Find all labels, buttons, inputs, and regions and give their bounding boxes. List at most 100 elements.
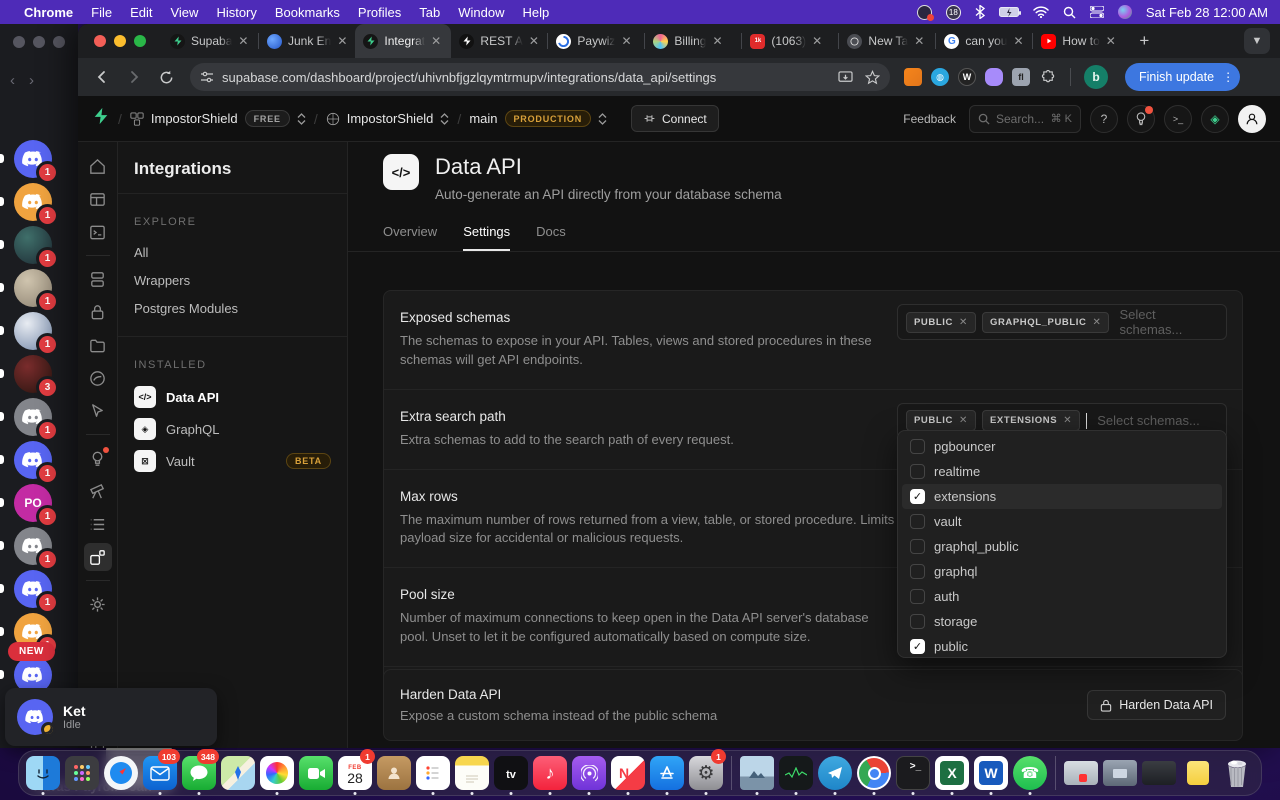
discord-server-11[interactable]: 1 [14, 570, 52, 608]
tab-close-icon[interactable]: ✕ [1013, 34, 1023, 48]
dock-mail-icon[interactable]: 103 [142, 752, 178, 794]
dock-notes-icon[interactable] [454, 752, 490, 794]
menubar-item-window[interactable]: Window [458, 5, 504, 20]
menubar-item-history[interactable]: History [216, 5, 256, 20]
command-menu-button[interactable]: >_ [1164, 105, 1192, 133]
tab-close-icon[interactable]: ✕ [712, 34, 722, 48]
remove-chip-icon[interactable]: ✕ [1093, 317, 1102, 328]
discord-server-10[interactable]: 1 [14, 527, 52, 565]
new-tab-button[interactable]: + [1139, 31, 1149, 51]
discord-server-7[interactable]: 1 [14, 398, 52, 436]
forward-button[interactable] [120, 63, 148, 91]
vpn-status-icon[interactable] [917, 5, 932, 20]
dock-launchpad-icon[interactable] [64, 752, 100, 794]
tab-close-icon[interactable]: ✕ [812, 34, 822, 48]
site-settings-icon[interactable] [200, 70, 214, 84]
tab-close-icon[interactable]: ✕ [431, 34, 441, 48]
finish-update-button[interactable]: Finish update⋮ [1125, 63, 1240, 91]
dock-music-icon[interactable]: ♪ [532, 752, 568, 794]
discord-server-6[interactable]: 3 [14, 355, 52, 393]
unchecked-checkbox[interactable] [910, 589, 925, 604]
checked-checkbox[interactable]: ✓ [910, 639, 925, 654]
menubar-item-view[interactable]: View [170, 5, 198, 20]
dock-trash-icon[interactable] [1219, 752, 1255, 794]
branch-breadcrumb[interactable]: main PRODUCTION [469, 110, 607, 127]
explore-item-wrappers[interactable]: Wrappers [118, 266, 347, 294]
browser-tab-10[interactable]: How to✕ [1033, 24, 1129, 58]
org-switcher-chevron[interactable] [297, 113, 306, 125]
dropdown-option-realtime[interactable]: realtime [902, 459, 1222, 484]
address-bar[interactable]: supabase.com/dashboard/project/uhivnbfjg… [190, 63, 890, 91]
dropdown-option-graphql[interactable]: graphql [902, 559, 1222, 584]
dropdown-option-public[interactable]: ✓public [902, 634, 1222, 658]
menubar-item-help[interactable]: Help [523, 5, 550, 20]
bookmark-star-icon[interactable] [865, 70, 880, 85]
window-controls[interactable] [78, 35, 162, 47]
dock-word-icon[interactable]: W [973, 752, 1009, 794]
dock-activity-icon[interactable] [778, 752, 814, 794]
feedback-button[interactable]: Feedback [903, 112, 956, 126]
siri-icon[interactable] [1118, 5, 1132, 19]
schema-chip[interactable]: GRAPHQL_PUBLIC✕ [982, 312, 1110, 333]
browser-tab-7[interactable]: 1k(1063)✕ [742, 24, 838, 58]
dock-photos-icon[interactable] [259, 752, 295, 794]
browser-tab-5[interactable]: Paywiz✕ [548, 24, 644, 58]
dock-sticky-note-icon[interactable] [1180, 752, 1216, 794]
dropdown-option-auth[interactable]: auth [902, 584, 1222, 609]
user-avatar-button[interactable] [1238, 105, 1266, 133]
menubar-item-edit[interactable]: Edit [130, 5, 152, 20]
browser-tab-3[interactable]: Integrat✕ [355, 24, 451, 58]
table-editor-icon[interactable] [84, 185, 112, 213]
harden-data-api-button[interactable]: Harden Data API [1087, 690, 1226, 720]
battery-icon[interactable] [999, 7, 1019, 17]
dock-facetime-icon[interactable] [298, 752, 334, 794]
dock-excel-icon[interactable]: X [934, 752, 970, 794]
schema-chip[interactable]: EXTENSIONS✕ [982, 410, 1080, 431]
dock-preview-icon[interactable] [739, 752, 775, 794]
installed-item-graphql[interactable]: ◈GraphQL [118, 413, 347, 445]
schema-chip[interactable]: PUBLIC✕ [906, 410, 976, 431]
menubar-item-file[interactable]: File [91, 5, 112, 20]
unchecked-checkbox[interactable] [910, 464, 925, 479]
dock-thumb-window-icon[interactable] [1102, 752, 1138, 794]
browser-tab-6[interactable]: Billing✕ [645, 24, 741, 58]
installed-item-data-api[interactable]: </>Data API [118, 381, 347, 413]
dock-thumb-calendar-icon[interactable] [1063, 752, 1099, 794]
browser-tab-2[interactable]: Junk En✕ [259, 24, 355, 58]
spotlight-icon[interactable] [1063, 6, 1076, 19]
logs-icon[interactable] [84, 510, 112, 538]
dock-thumb-dark-icon[interactable] [1141, 752, 1177, 794]
database-icon[interactable] [84, 265, 112, 293]
dock-maps-icon[interactable] [220, 752, 256, 794]
metamask-extension-icon[interactable] [904, 68, 922, 86]
unchecked-checkbox[interactable] [910, 514, 925, 529]
browser-tab-1[interactable]: Supaba✕ [162, 24, 258, 58]
dock-calendar-icon[interactable]: FEB281 [337, 752, 373, 794]
install-app-icon[interactable] [838, 71, 853, 84]
blue-extension-icon[interactable]: ◍ [931, 68, 949, 86]
unchecked-checkbox[interactable] [910, 539, 925, 554]
control-center-icon[interactable] [1090, 6, 1104, 18]
unchecked-checkbox[interactable] [910, 439, 925, 454]
dock-contacts-icon[interactable] [376, 752, 412, 794]
explore-item-all[interactable]: All [118, 238, 347, 266]
dropdown-option-graphql_public[interactable]: graphql_public [902, 534, 1222, 559]
discord-server-8[interactable]: 1 [14, 441, 52, 479]
remove-chip-icon[interactable]: ✕ [959, 415, 968, 426]
settings-icon[interactable] [84, 590, 112, 618]
tab-close-icon[interactable]: ✕ [1106, 34, 1116, 48]
notifications-button[interactable] [1127, 105, 1155, 133]
project-switcher-chevron[interactable] [440, 113, 449, 125]
tab-overview[interactable]: Overview [383, 224, 437, 251]
dock-chrome-icon[interactable] [856, 752, 892, 794]
bluetooth-icon[interactable] [975, 5, 985, 19]
dock-settings-icon[interactable]: ⚙1 [688, 752, 724, 794]
dropdown-option-storage[interactable]: storage [902, 609, 1222, 634]
dock-telegram-icon[interactable] [817, 752, 853, 794]
dropdown-option-pgbouncer[interactable]: pgbouncer [902, 434, 1222, 459]
storage-icon[interactable] [84, 331, 112, 359]
menubar-item-profiles[interactable]: Profiles [358, 5, 401, 20]
dock-finder-icon[interactable] [25, 752, 61, 794]
home-icon[interactable] [84, 152, 112, 180]
discord-server-4[interactable]: 1 [14, 269, 52, 307]
